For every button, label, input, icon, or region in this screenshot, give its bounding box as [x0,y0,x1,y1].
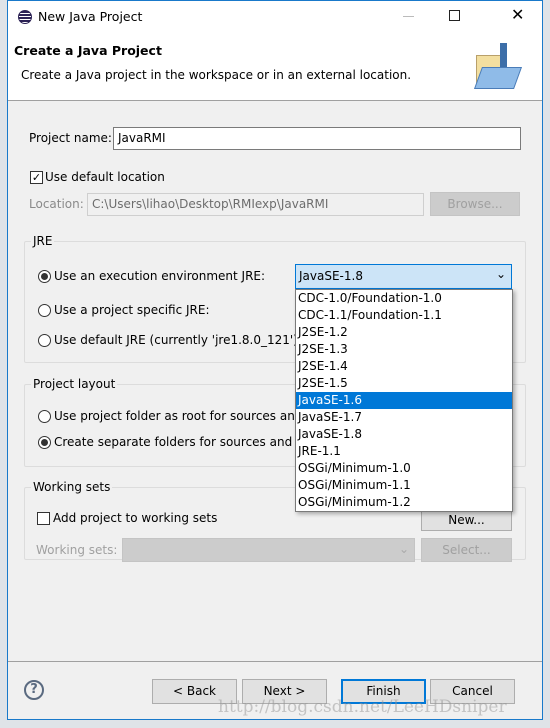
page-description: Create a Java project in the workspace o… [21,68,412,82]
select-working-sets-button[interactable]: Select... [421,538,512,562]
default-jre-label: Use default JRE (currently 'jre1.8.0_121… [54,333,298,347]
dropdown-option[interactable]: J2SE-1.3 [296,341,512,358]
chevron-down-icon: ⌄ [398,542,409,556]
maximize-button[interactable] [449,10,460,21]
project-root-label: Use project folder as root for sources a… [54,409,294,423]
project-root-radio[interactable] [38,410,51,423]
help-icon[interactable]: ? [24,680,44,700]
dropdown-option[interactable]: J2SE-1.2 [296,324,512,341]
minimize-button[interactable] [403,16,414,17]
separate-folders-radio[interactable] [38,436,51,449]
working-sets-title: Working sets [31,480,113,494]
eclipse-icon [18,10,32,24]
working-sets-label: Working sets: [36,543,118,557]
project-name-input[interactable]: JavaRMI [113,127,521,150]
separate-folders-label: Create separate folders for sources and … [54,435,294,449]
project-specific-jre-radio[interactable] [38,304,51,317]
dropdown-option[interactable]: OSGi/Minimum-1.2 [296,494,512,511]
footer-separator [8,661,542,662]
dropdown-option[interactable]: JavaSE-1.7 [296,409,512,426]
execution-env-combo[interactable]: JavaSE-1.8 ⌄ [295,264,512,289]
execution-env-label: Use an execution environment JRE: [54,269,266,283]
dropdown-option[interactable]: CDC-1.0/Foundation-1.0 [296,290,512,307]
dropdown-option[interactable]: J2SE-1.4 [296,358,512,375]
use-default-location-checkbox[interactable]: ✓ [30,171,43,184]
close-button[interactable]: ✕ [511,5,524,24]
working-sets-combo[interactable]: ⌄ [122,538,415,562]
project-name-label: Project name: [29,131,112,145]
title-bar: New Java Project ✕ [8,1,542,33]
default-jre-radio[interactable] [38,334,51,347]
execution-env-radio[interactable] [38,270,51,283]
dropdown-option[interactable]: JRE-1.1 [296,443,512,460]
java-project-folder-icon [470,43,526,93]
browse-button[interactable]: Browse... [430,192,520,216]
project-layout-title: Project layout [31,377,118,391]
jre-group-title: JRE [31,234,55,248]
dropdown-option[interactable]: JavaSE-1.6 [296,392,512,409]
chevron-down-icon: ⌄ [495,267,506,281]
dropdown-option[interactable]: OSGi/Minimum-1.0 [296,460,512,477]
add-to-working-sets-label: Add project to working sets [53,511,218,525]
location-input[interactable]: C:\Users\lihao\Desktop\RMIexp\JavaRMI [87,193,424,216]
execution-env-value: JavaSE-1.8 [299,269,363,283]
watermark: http://blog.csdn.net/LeeHDsniper [218,697,507,717]
dropdown-option[interactable]: JavaSE-1.8 [296,426,512,443]
project-specific-jre-label: Use a project specific JRE: [54,303,210,317]
location-label: Location: [29,197,84,211]
add-to-working-sets-checkbox[interactable] [37,512,50,525]
dropdown-option[interactable]: CDC-1.1/Foundation-1.1 [296,307,512,324]
page-title: Create a Java Project [14,43,162,58]
window-title: New Java Project [38,9,143,24]
dropdown-option[interactable]: J2SE-1.5 [296,375,512,392]
execution-env-dropdown-list: CDC-1.0/Foundation-1.0 CDC-1.1/Foundation… [295,289,513,512]
dropdown-option[interactable]: OSGi/Minimum-1.1 [296,477,512,494]
wizard-header: Create a Java Project Create a Java proj… [8,33,542,101]
use-default-location-label: Use default location [45,170,165,184]
